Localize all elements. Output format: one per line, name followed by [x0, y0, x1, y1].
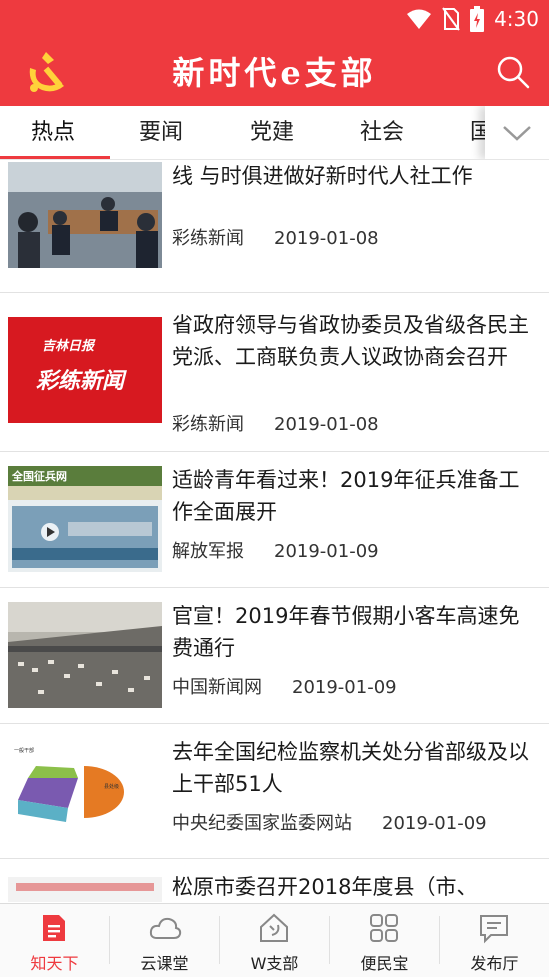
- article-source: 彩练新闻: [172, 228, 244, 249]
- article-date: 2019-01-09: [382, 813, 487, 834]
- article-thumbnail: [8, 602, 162, 708]
- article-title: 松原市委召开2018年度县（市、: [172, 875, 478, 899]
- chevron-down-icon: [503, 125, 531, 141]
- cloud-icon: [149, 917, 182, 939]
- article-title: 省政府领导与省政协委员及省级各民主党派、工商联负责人议政协商会召开: [172, 313, 529, 369]
- nav-label: 便民宝: [360, 954, 409, 973]
- status-time: 4:30: [494, 7, 539, 31]
- article-thumbnail: 一般干部 县处级: [8, 738, 162, 844]
- tab-expand-button[interactable]: [485, 106, 549, 159]
- bottom-navigation: 知天下 云课堂 W支部 便民宝 发布厅: [0, 903, 549, 977]
- message-icon: [480, 915, 508, 944]
- thumbnail-caption: 吉林日报 彩练新闻: [8, 317, 162, 423]
- document-icon: [43, 915, 65, 941]
- article-thumbnail: [8, 162, 162, 268]
- thumbnail-brand-name: 彩练新闻: [36, 368, 125, 394]
- wifi-icon: [407, 9, 432, 29]
- article-title: 去年全国纪检监察机关处分省部级及以上干部51人: [172, 740, 529, 796]
- article-source: 彩练新闻: [172, 414, 244, 435]
- svg-text:县处级: 县处级: [104, 783, 119, 790]
- tab-society[interactable]: 社会: [360, 106, 404, 159]
- thumbnail-site-name: 全国征兵网: [12, 470, 67, 483]
- nav-bianminbao[interactable]: 便民宝: [330, 904, 439, 977]
- list-item[interactable]: 一般干部 县处级 去年全国纪检监察机关处分省部级及以上干部51人 中央纪委国家监…: [0, 724, 549, 859]
- tab-news[interactable]: 要闻: [139, 106, 183, 159]
- list-item[interactable]: 松原市委召开2018年度县（市、: [0, 859, 549, 902]
- app-title: 新时代e支部: [172, 54, 377, 92]
- article-source: 中国新闻网: [172, 677, 262, 698]
- article-meta: 解放军报 2019-01-09: [172, 537, 379, 563]
- nav-label: 发布厅: [470, 954, 519, 973]
- nav-label: W支部: [250, 954, 299, 973]
- search-icon[interactable]: [495, 54, 531, 90]
- article-source: 解放军报: [172, 541, 244, 562]
- battery-icon: [470, 6, 485, 32]
- tab-party[interactable]: 党建: [250, 106, 294, 159]
- category-tabs: 热点 要闻 党建 社会 国: [0, 106, 549, 160]
- article-date: 2019-01-09: [292, 677, 397, 698]
- grid-icon: [370, 914, 398, 942]
- thumbnail-newspaper-name: 吉林日报: [42, 339, 95, 354]
- list-item[interactable]: 吉林日报 彩练新闻 省政府领导与省政协委员及省级各民主党派、工商联负责人议政协商…: [0, 293, 549, 452]
- nav-yunketang[interactable]: 云课堂: [110, 904, 219, 977]
- status-bar: 4:30: [0, 0, 549, 38]
- nav-zhitianxia[interactable]: 知天下: [0, 904, 109, 977]
- tab-hot[interactable]: 热点: [31, 106, 75, 159]
- svg-text:一般干部: 一般干部: [14, 747, 34, 754]
- app-header: 新时代e支部: [0, 38, 549, 106]
- article-date: 2019-01-08: [274, 228, 379, 249]
- article-list: 景俊海：降费提标促就业引人才 兜住底线 与时俱进做好新时代人社工作 彩练新闻 20…: [0, 160, 549, 902]
- nav-label: 云课堂: [140, 954, 189, 973]
- nav-fabuting[interactable]: 发布厅: [440, 904, 549, 977]
- nav-label: 知天下: [30, 954, 79, 973]
- list-item[interactable]: 全国征兵网 适龄青年看过来！2019年征兵准备工作全面展开 解放军报 2019-0…: [0, 452, 549, 588]
- article-meta: 中央纪委国家监委网站 2019-01-09: [172, 809, 487, 835]
- list-item[interactable]: 官宣！2019年春节假期小客车高速免费通行 中国新闻网 2019-01-09: [0, 588, 549, 724]
- article-meta: 彩练新闻 2019-01-08: [172, 410, 379, 436]
- nav-wzhibu[interactable]: W支部: [220, 904, 329, 977]
- no-sim-icon: [442, 7, 460, 31]
- status-icons: 4:30: [406, 6, 539, 32]
- party-home-icon: [260, 913, 288, 942]
- active-tab-indicator: [0, 156, 110, 159]
- article-title: 适龄青年看过来！2019年征兵准备工作全面展开: [172, 468, 520, 524]
- article-date: 2019-01-09: [274, 541, 379, 562]
- article-thumbnail: [8, 877, 162, 902]
- article-title: 景俊海：降费提标促就业引人才 兜住底线 与时俱进做好新时代人社工作: [172, 164, 473, 188]
- article-title: 官宣！2019年春节假期小客车高速免费通行: [172, 604, 520, 660]
- article-meta: 中国新闻网 2019-01-09: [172, 673, 397, 699]
- article-source: 中央纪委国家监委网站: [172, 813, 352, 834]
- list-item[interactable]: 景俊海：降费提标促就业引人才 兜住底线 与时俱进做好新时代人社工作 彩练新闻 20…: [0, 160, 549, 293]
- article-meta: 彩练新闻 2019-01-08: [172, 224, 379, 250]
- article-date: 2019-01-08: [274, 414, 379, 435]
